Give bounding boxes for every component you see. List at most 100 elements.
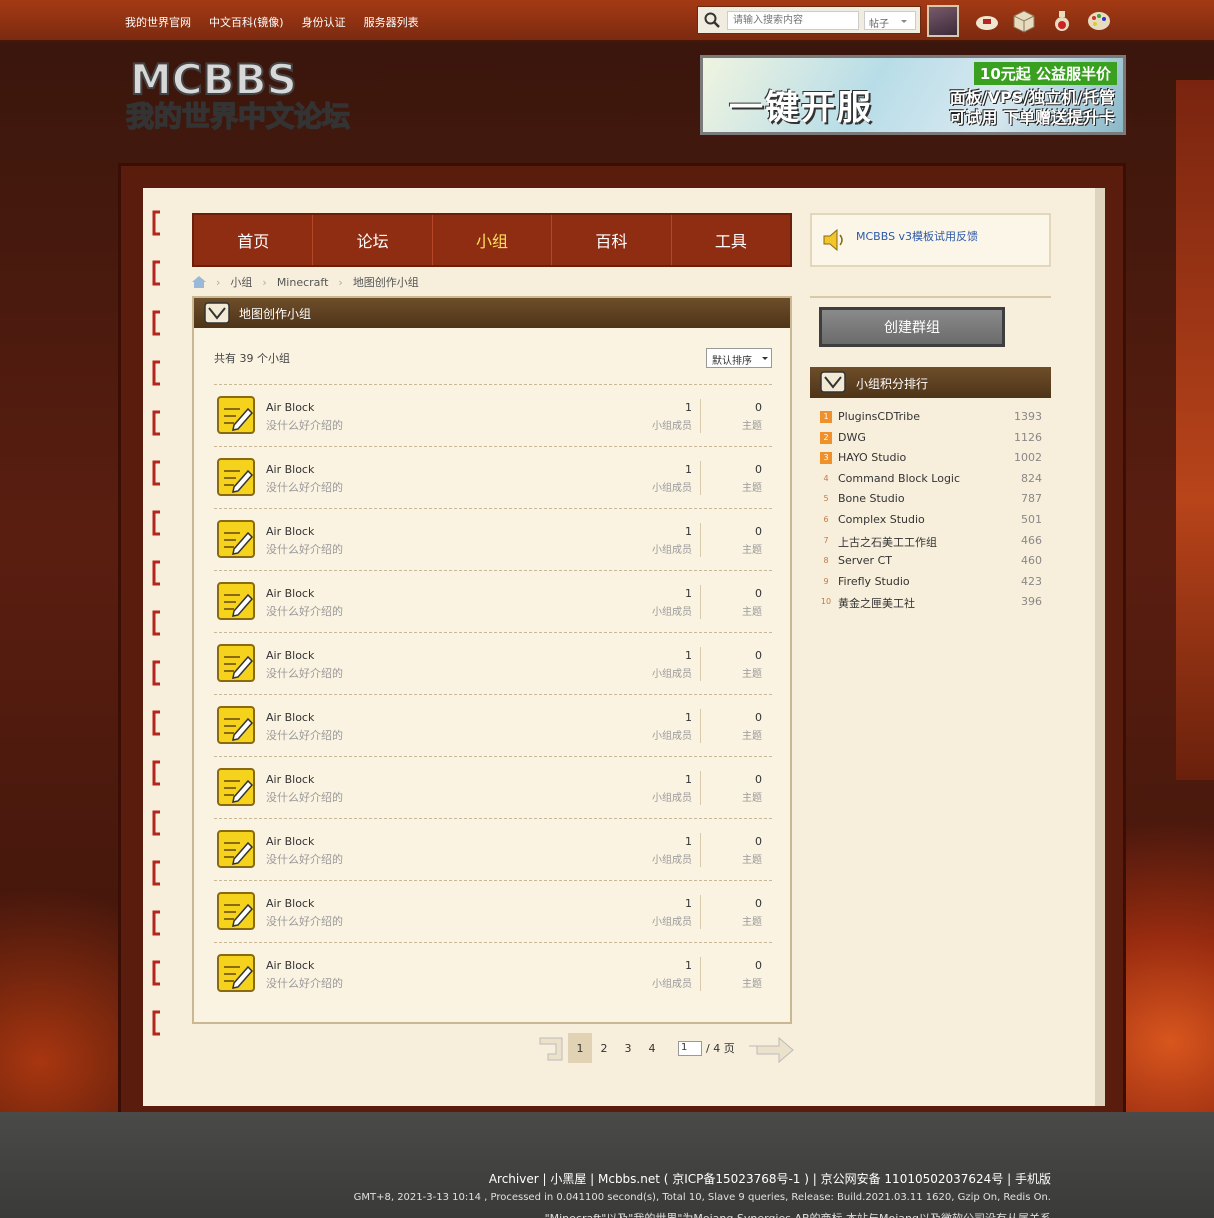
group-desc: 没什么好介绍的 — [266, 915, 343, 928]
top-link-servers[interactable]: 服务器列表 — [364, 14, 419, 30]
group-pencil-icon[interactable] — [216, 643, 256, 683]
group-name[interactable]: Air Block — [266, 587, 314, 600]
page-input[interactable]: 1 — [678, 1040, 702, 1056]
rank-name[interactable]: Firefly Studio — [838, 575, 910, 588]
notification-icon[interactable] — [975, 9, 999, 33]
ranking-item[interactable]: 5 Bone Studio 787 — [818, 490, 1044, 510]
breadcrumb-groups[interactable]: 小组 — [230, 274, 252, 290]
ranking-item[interactable]: 10 黄金之匣美工社 396 — [818, 593, 1044, 613]
ranking-item[interactable]: 2 DWG 1126 — [818, 429, 1044, 449]
list-item[interactable]: Air Block 没什么好介绍的 1 小组成员 0 主题 — [214, 446, 772, 508]
group-pencil-icon[interactable] — [216, 705, 256, 745]
group-pencil-icon[interactable] — [216, 457, 256, 497]
top-link-wiki[interactable]: 中文百科(镜像) — [209, 14, 284, 30]
search-box: 帖子 — [697, 6, 921, 34]
rank-number: 5 — [823, 494, 829, 504]
list-item[interactable]: Air Block 没什么好介绍的 1 小组成员 0 主题 — [214, 942, 772, 1004]
group-pencil-icon[interactable] — [216, 891, 256, 931]
prev-arrow-icon[interactable] — [536, 1032, 568, 1064]
next-arrow-icon[interactable] — [747, 1032, 797, 1064]
home-icon[interactable] — [192, 276, 206, 288]
avatar[interactable] — [927, 5, 959, 37]
page-3[interactable]: 3 — [616, 1033, 640, 1063]
potion-icon[interactable] — [1050, 9, 1074, 33]
list-item[interactable]: Air Block 没什么好介绍的 1 小组成员 0 主题 — [214, 818, 772, 880]
list-item[interactable]: Air Block 没什么好介绍的 1 小组成员 0 主题 — [214, 694, 772, 756]
nav-wiki[interactable]: 百科 — [552, 215, 672, 265]
rank-name[interactable]: PluginsCDTribe — [838, 410, 920, 423]
palette-icon[interactable] — [1087, 9, 1111, 33]
topic-count: 0 — [755, 525, 762, 538]
rank-name[interactable]: Bone Studio — [838, 492, 905, 505]
rank-name[interactable]: Complex Studio — [838, 513, 925, 526]
nav-home[interactable]: 首页 — [194, 215, 314, 265]
list-item[interactable]: Air Block 没什么好介绍的 1 小组成员 0 主题 — [214, 384, 772, 446]
footer-trademark: "Minecraft"以及"我的世界"为Mojang Synergies AB的… — [545, 1210, 1051, 1218]
announcement-link[interactable]: MCBBS v3模板试用反馈 — [856, 228, 978, 244]
breadcrumb-current[interactable]: 地图创作小组 — [353, 274, 419, 290]
list-item[interactable]: Air Block 没什么好介绍的 1 小组成员 0 主题 — [214, 632, 772, 694]
group-pencil-icon[interactable] — [216, 953, 256, 993]
rank-name[interactable]: HAYO Studio — [838, 451, 906, 464]
group-name[interactable]: Air Block — [266, 401, 314, 414]
list-item[interactable]: Air Block 没什么好介绍的 1 小组成员 0 主题 — [214, 880, 772, 942]
group-pencil-icon[interactable] — [216, 829, 256, 869]
rank-name[interactable]: 黄金之匣美工社 — [838, 595, 915, 611]
group-name[interactable]: Air Block — [266, 959, 314, 972]
group-name[interactable]: Air Block — [266, 649, 314, 662]
rank-name[interactable]: Command Block Logic — [838, 472, 960, 485]
ranking-item[interactable]: 8 Server CT 460 — [818, 552, 1044, 572]
top-link-official[interactable]: 我的世界官网 — [125, 14, 191, 30]
group-pencil-icon[interactable] — [216, 581, 256, 621]
rank-number: 4 — [823, 473, 829, 483]
nav-forum[interactable]: 论坛 — [313, 215, 433, 265]
nav-groups[interactable]: 小组 — [433, 215, 553, 265]
ranking-item[interactable]: 3 HAYO Studio 1002 — [818, 449, 1044, 469]
rank-score: 1126 — [1014, 430, 1042, 444]
rank-name[interactable]: 上古之石美工工作组 — [838, 534, 937, 550]
mcbbs-logo[interactable]: MCBBS 我的世界中文论坛 — [124, 58, 356, 132]
group-name[interactable]: Air Block — [266, 773, 314, 786]
footer-links[interactable]: Archiver | 小黑屋 | Mcbbs.net ( 京ICP备150237… — [489, 1170, 1051, 1187]
ranking-header: 小组积分排行 — [810, 367, 1051, 398]
breadcrumb: › 小组 › Minecraft › 地图创作小组 — [192, 274, 419, 290]
group-pencil-icon[interactable] — [216, 767, 256, 807]
ranking-item[interactable]: 1 PluginsCDTribe 1393 — [818, 408, 1044, 428]
search-type-select[interactable]: 帖子 — [864, 11, 916, 30]
ranking-item[interactable]: 9 Firefly Studio 423 — [818, 573, 1044, 593]
group-pencil-icon[interactable] — [216, 395, 256, 435]
sort-select[interactable]: 默认排序 — [706, 348, 772, 368]
group-name[interactable]: Air Block — [266, 463, 314, 476]
list-item[interactable]: Air Block 没什么好介绍的 1 小组成员 0 主题 — [214, 508, 772, 570]
list-item[interactable]: Air Block 没什么好介绍的 1 小组成员 0 主题 — [214, 756, 772, 818]
search-icon[interactable] — [704, 12, 720, 28]
list-item[interactable]: Air Block 没什么好介绍的 1 小组成员 0 主题 — [214, 570, 772, 632]
group-name[interactable]: Air Block — [266, 525, 314, 538]
group-name[interactable]: Air Block — [266, 835, 314, 848]
create-group-button[interactable]: 创建群组 — [819, 307, 1005, 347]
group-name[interactable]: Air Block — [266, 711, 314, 724]
topic-count: 0 — [755, 773, 762, 786]
block-icon[interactable] — [1012, 9, 1036, 33]
banner-sub1: 面板/VPS/独立机/托管 — [949, 88, 1115, 107]
page-2[interactable]: 2 — [592, 1033, 616, 1063]
group-pencil-icon[interactable] — [216, 519, 256, 559]
group-desc: 没什么好介绍的 — [266, 729, 343, 742]
ad-banner[interactable]: 10元起 公益服半价 一键开服 面板/VPS/独立机/托管 可试用 下单赠送提升卡 — [700, 55, 1126, 135]
rank-number: 3 — [820, 452, 832, 465]
page-1[interactable]: 1 — [568, 1033, 592, 1063]
footer: Archiver | 小黑屋 | Mcbbs.net ( 京ICP备150237… — [0, 1112, 1214, 1218]
page-4[interactable]: 4 — [640, 1033, 664, 1063]
rank-name[interactable]: DWG — [838, 431, 866, 444]
rank-name[interactable]: Server CT — [838, 554, 892, 567]
breadcrumb-minecraft[interactable]: Minecraft — [277, 276, 329, 289]
search-input[interactable] — [727, 11, 859, 30]
ranking-item[interactable]: 7 上古之石美工工作组 466 — [818, 532, 1044, 552]
top-link-auth[interactable]: 身份认证 — [302, 14, 346, 30]
ranking-item[interactable]: 4 Command Block Logic 824 — [818, 470, 1044, 490]
group-header-icon — [204, 302, 230, 324]
nav-tools[interactable]: 工具 — [672, 215, 790, 265]
member-count: 1 — [685, 835, 692, 848]
group-name[interactable]: Air Block — [266, 897, 314, 910]
ranking-item[interactable]: 6 Complex Studio 501 — [818, 511, 1044, 531]
